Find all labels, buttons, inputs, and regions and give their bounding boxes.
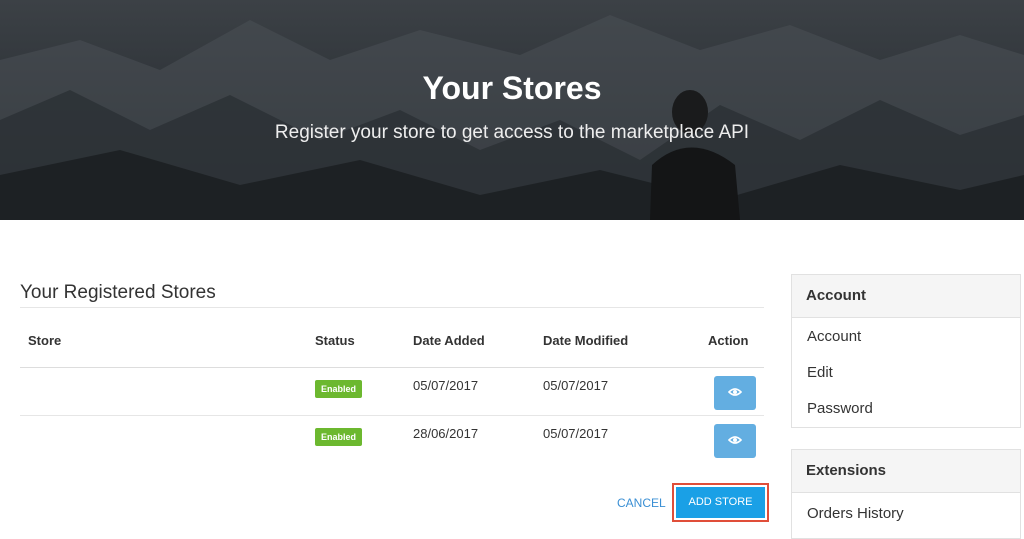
extensions-panel-heading: Extensions bbox=[792, 450, 1020, 493]
eye-icon bbox=[728, 436, 742, 444]
stores-table: Store Status Date Added Date Modified Ac… bbox=[20, 333, 764, 464]
action-cell bbox=[700, 416, 764, 464]
store-cell bbox=[20, 367, 307, 416]
account-panel-heading: Account bbox=[792, 275, 1020, 318]
table-header-row: Store Status Date Added Date Modified Ac… bbox=[20, 333, 764, 368]
sidebar-item-orders-history[interactable]: Orders History bbox=[792, 496, 1020, 532]
status-badge: Enabled bbox=[315, 380, 363, 398]
store-cell bbox=[20, 416, 307, 464]
column-header-action: Action bbox=[700, 333, 764, 368]
account-panel: Account Account Edit Password bbox=[791, 274, 1021, 428]
page-subtitle: Register your store to get access to the… bbox=[274, 122, 750, 143]
extensions-panel: Extensions Orders History bbox=[791, 449, 1021, 539]
view-store-button[interactable] bbox=[714, 376, 756, 410]
add-store-button[interactable]: ADD STORE bbox=[676, 487, 765, 518]
sidebar-item-edit[interactable]: Edit bbox=[792, 355, 1020, 391]
status-cell: Enabled bbox=[307, 367, 405, 416]
date-added-cell: 28/06/2017 bbox=[413, 426, 479, 441]
action-cell bbox=[700, 367, 764, 416]
mountain-background bbox=[0, 15, 1024, 220]
date-modified-cell: 05/07/2017 bbox=[543, 426, 609, 441]
divider bbox=[20, 307, 764, 308]
table-row: Enabled 28/06/2017 05/07/2017 bbox=[20, 416, 764, 464]
hero-banner: Your Stores Register your store to get a… bbox=[0, 0, 1024, 220]
sidebar-item-password[interactable]: Password bbox=[792, 391, 1020, 427]
table-row: Enabled 05/07/2017 05/07/2017 bbox=[20, 367, 764, 416]
date-added-cell: 05/07/2017 bbox=[405, 367, 535, 416]
status-cell: Enabled bbox=[307, 416, 405, 464]
column-header-status: Status bbox=[307, 333, 405, 368]
eye-icon bbox=[728, 388, 742, 396]
column-header-date-added: Date Added bbox=[405, 333, 535, 368]
date-modified-cell: 05/07/2017 bbox=[535, 367, 700, 416]
column-header-store: Store bbox=[20, 333, 307, 368]
status-badge: Enabled bbox=[315, 428, 363, 446]
view-store-button[interactable] bbox=[714, 424, 756, 458]
cancel-button[interactable]: CANCEL bbox=[617, 496, 666, 510]
sidebar-item-account[interactable]: Account bbox=[792, 319, 1020, 355]
section-title: Your Registered Stores bbox=[20, 282, 216, 303]
column-header-date-modified: Date Modified bbox=[535, 333, 700, 368]
page-title: Your Stores bbox=[422, 70, 602, 106]
